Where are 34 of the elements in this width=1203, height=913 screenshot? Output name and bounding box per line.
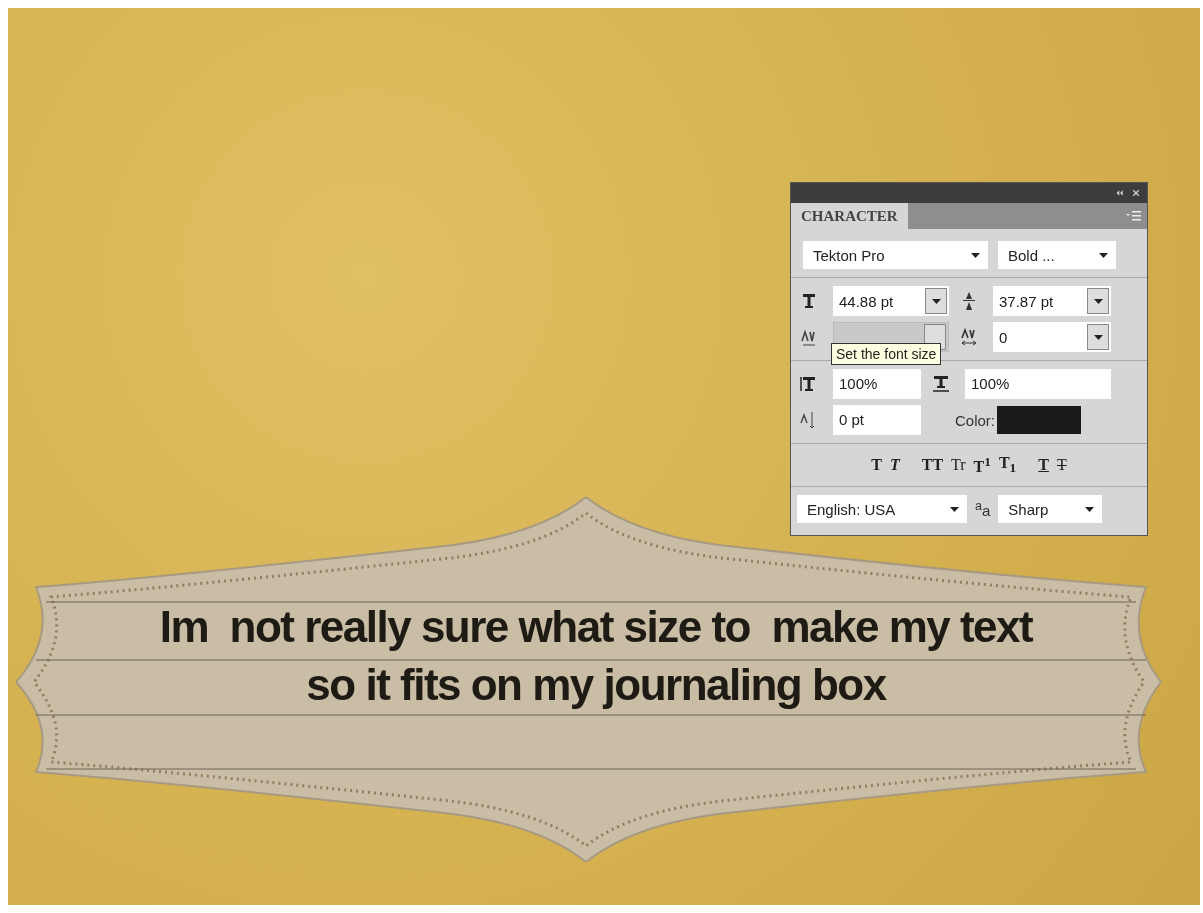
font-family-dropdown[interactable]: Tekton Pro xyxy=(803,241,988,269)
tooltip: Set the font size xyxy=(831,343,942,365)
text-style-button[interactable]: TT xyxy=(921,456,944,475)
font-size-field[interactable]: 44.88 pt xyxy=(833,286,949,316)
caret-icon xyxy=(950,506,959,512)
text-style-button[interactable]: T xyxy=(1038,456,1049,475)
tracking-icon xyxy=(959,327,979,347)
caret-icon xyxy=(1085,506,1095,512)
baseline-shift-field[interactable]: 0 pt xyxy=(833,405,921,435)
font-style-dropdown[interactable]: Bold ... xyxy=(998,241,1116,269)
color-label: Color: xyxy=(955,411,995,429)
caret-icon xyxy=(931,298,941,304)
journaling-text: so it fits on my journaling box xyxy=(305,659,888,711)
color-swatch[interactable] xyxy=(997,406,1081,434)
anti-alias-label: $^{a}$a xyxy=(975,499,991,520)
text-style-button[interactable]: T xyxy=(889,456,900,475)
text-style-button[interactable]: Tr xyxy=(951,456,966,475)
journaling-text: Im not really sure what size to make my text xyxy=(158,601,1034,653)
horizontal-scale-field[interactable]: 100% xyxy=(965,369,1111,399)
anti-alias-dropdown[interactable]: Sharp xyxy=(998,495,1103,524)
caret-icon xyxy=(971,252,980,258)
vertical-scale-field[interactable]: 100% xyxy=(833,369,921,399)
caret-icon xyxy=(1099,252,1108,258)
text-style-button[interactable]: T$_{1}$ xyxy=(998,454,1017,477)
language-dropdown[interactable]: English: USA xyxy=(797,495,967,524)
panel-tab[interactable]: CHARACTER xyxy=(791,203,908,229)
horizontal-scale-icon xyxy=(931,374,951,394)
tracking-field[interactable]: 0 xyxy=(993,322,1111,352)
text-style-button[interactable]: T xyxy=(871,456,882,475)
caret-icon xyxy=(1093,334,1103,340)
text-style-button[interactable]: T$^{1}$ xyxy=(973,454,991,477)
caret-icon xyxy=(1093,298,1103,304)
leading-field[interactable]: 37.87 pt xyxy=(993,286,1111,316)
text-style-button[interactable]: T xyxy=(1056,456,1067,475)
